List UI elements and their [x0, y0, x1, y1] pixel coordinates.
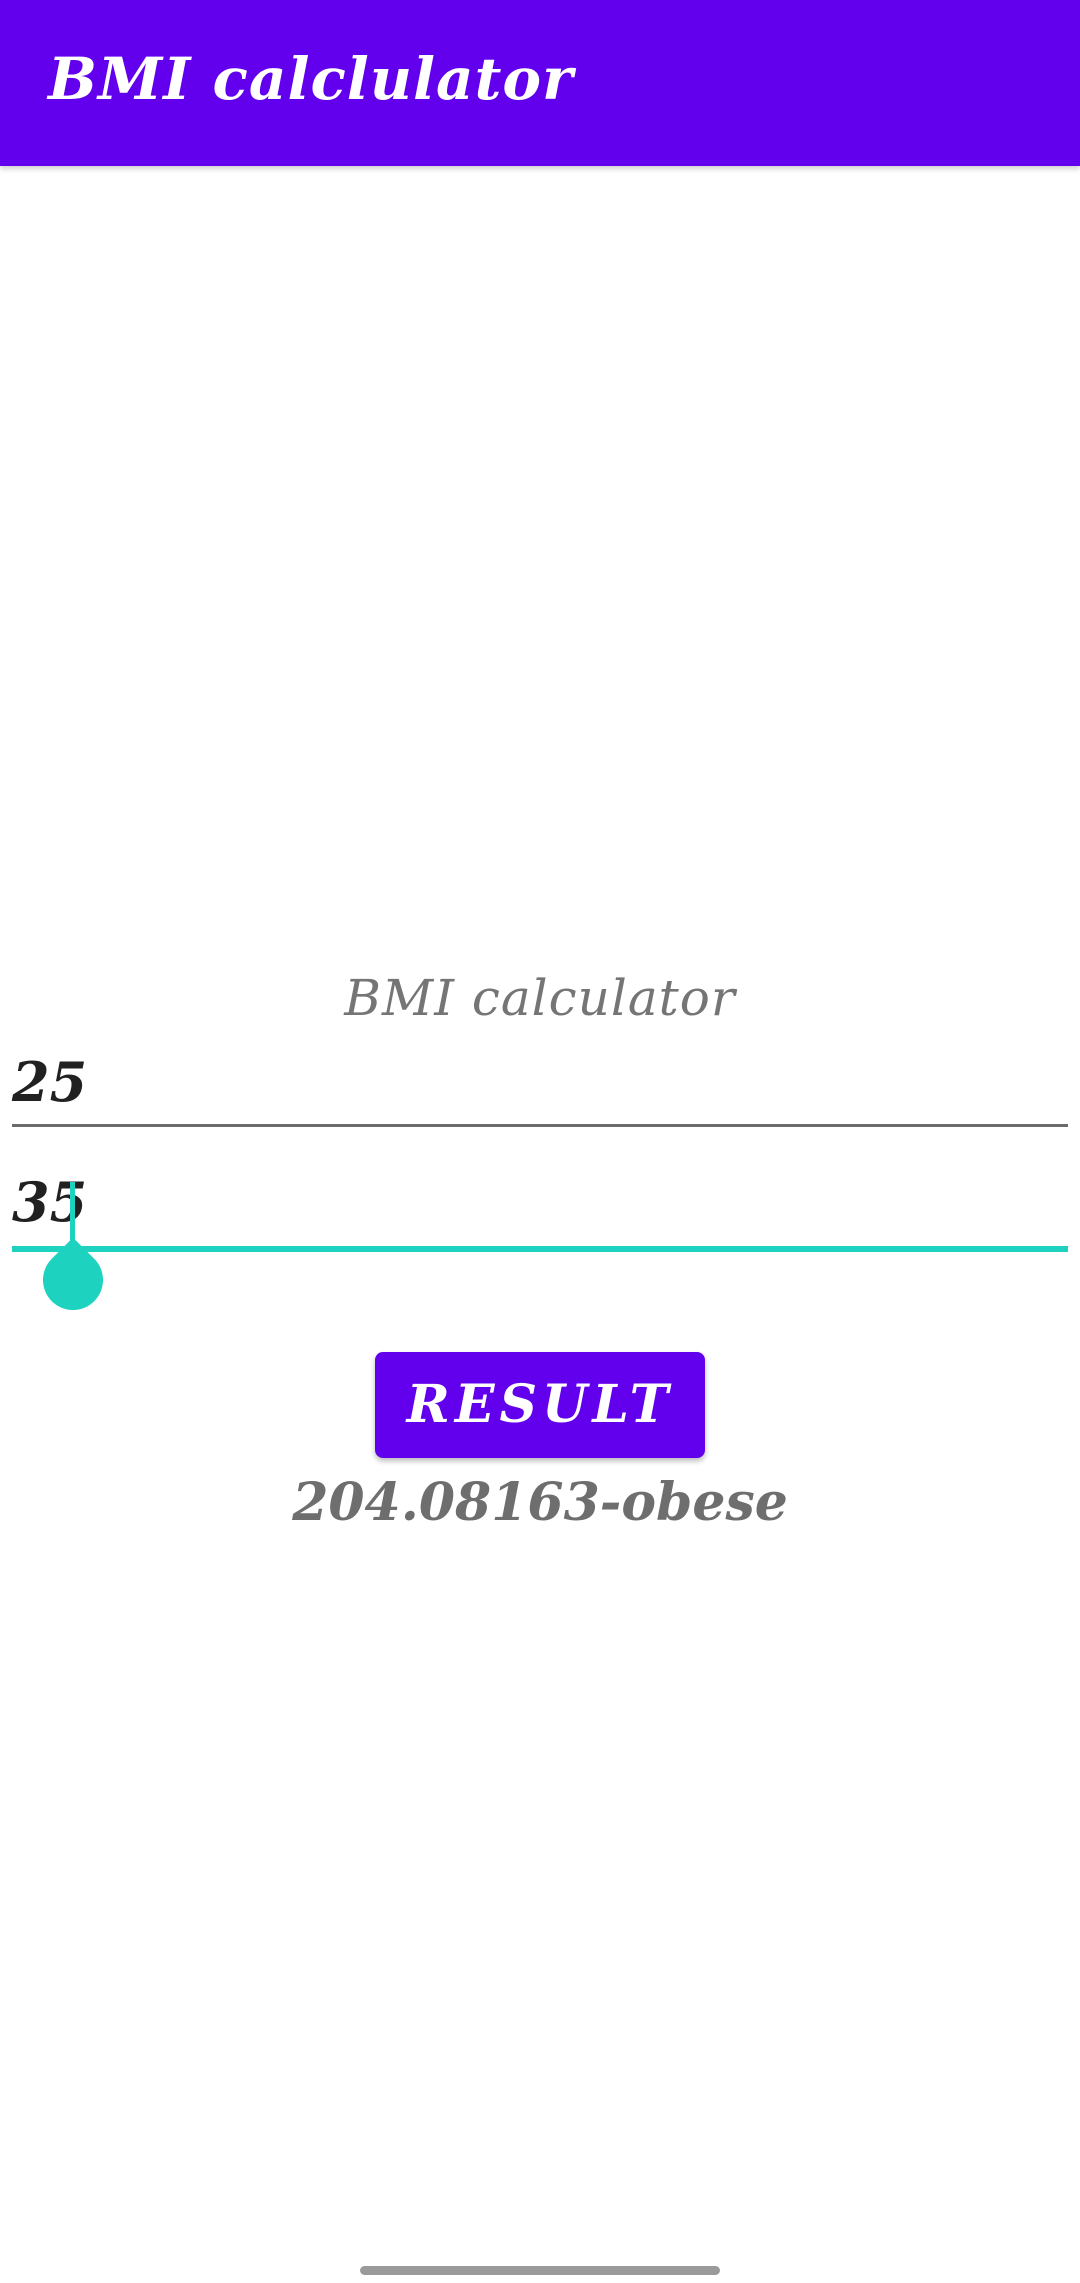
first-input-value: 25: [12, 1050, 88, 1114]
app-bar-title: BMI calclulator: [48, 45, 574, 113]
second-input-value: 35: [12, 1170, 88, 1234]
page-title: BMI calculator: [344, 969, 736, 1027]
gesture-navigation-handle[interactable]: [360, 2266, 720, 2275]
second-input-underline-focused: [12, 1246, 1068, 1252]
app-bar: BMI calclulator: [0, 0, 1080, 166]
first-input-field[interactable]: 25: [12, 1050, 1068, 1130]
second-input-field[interactable]: 35: [12, 1170, 1068, 1323]
bmi-result-text: 204.08163-obese: [292, 1472, 788, 1533]
first-input-underline: [12, 1124, 1068, 1127]
result-button[interactable]: RESULT: [375, 1352, 705, 1458]
